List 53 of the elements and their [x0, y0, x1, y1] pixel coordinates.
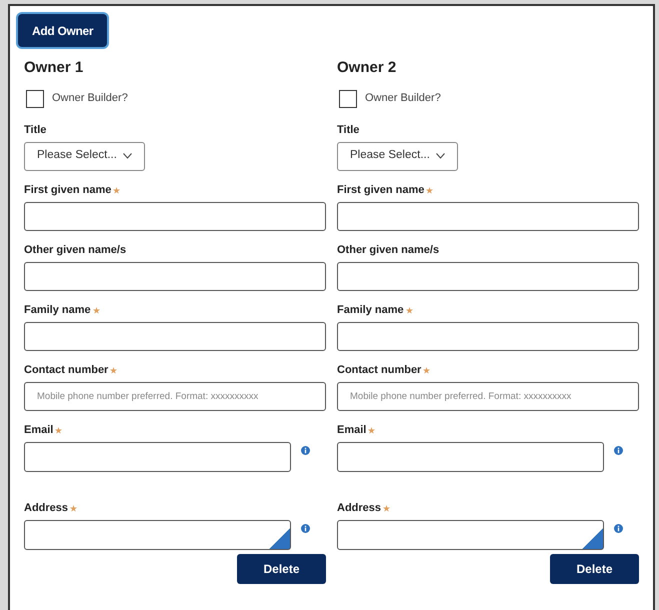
text-field[interactable]: [337, 202, 639, 230]
email-field[interactable]: [24, 442, 291, 472]
text-field[interactable]: [24, 322, 326, 350]
field-label: First given name: [337, 183, 424, 198]
info-icon[interactable]: [301, 524, 310, 532]
field-label: Contact number: [337, 363, 422, 378]
field-label: Title: [337, 123, 360, 138]
info-icon[interactable]: [301, 446, 310, 454]
required-icon: [55, 427, 62, 434]
required-icon: [383, 505, 390, 512]
owner-builder-checkbox[interactable]: [339, 90, 357, 108]
title-dropdown[interactable]: Please Select...: [24, 142, 145, 170]
address-field[interactable]: [24, 520, 291, 550]
field-label: Email: [24, 423, 54, 438]
delete-button[interactable]: Delete: [237, 554, 326, 584]
text-field[interactable]: [24, 262, 326, 290]
text-field[interactable]: [337, 322, 639, 350]
owner-builder-checkbox[interactable]: [26, 90, 44, 108]
info-icon[interactable]: [614, 446, 623, 454]
field-label: Address: [24, 501, 68, 516]
required-icon: [406, 307, 413, 314]
chevron-down-icon: [436, 153, 445, 159]
required-icon: [423, 367, 430, 374]
field-label: Address: [337, 501, 382, 516]
info-icon[interactable]: [614, 524, 623, 532]
checkbox-label: Owner Builder?: [365, 91, 441, 106]
title-dropdown[interactable]: Please Select...: [337, 142, 458, 170]
owner-heading: Owner 2: [337, 58, 398, 78]
text-field[interactable]: Mobile phone number preferred. Format: xxxxxxxxxx: [337, 382, 639, 410]
text-field[interactable]: [337, 262, 639, 290]
field-label: Other given name/s: [24, 243, 126, 258]
required-icon: [426, 187, 434, 194]
chevron-down-icon: [122, 153, 132, 159]
owner-heading: Owner 1: [24, 58, 84, 78]
address-field[interactable]: [337, 520, 604, 550]
required-icon: [113, 187, 120, 194]
field-label: Family name: [337, 303, 404, 318]
field-label: Title: [24, 123, 46, 138]
delete-button[interactable]: Delete: [550, 554, 639, 584]
add-owner-button[interactable]: Add Owner: [18, 14, 108, 47]
field-label: First given name: [24, 183, 112, 198]
checkbox-label: Owner Builder?: [52, 91, 128, 106]
field-label: Email: [337, 423, 366, 438]
text-field[interactable]: Mobile phone number preferred. Format: xxxxxxxxxx: [24, 382, 326, 410]
field-label: Family name: [24, 303, 91, 318]
required-icon: [110, 367, 118, 374]
required-icon: [92, 307, 100, 314]
field-label: Contact number: [24, 363, 108, 378]
text-field[interactable]: [24, 202, 326, 230]
field-label: Other given name/s: [337, 243, 440, 258]
required-icon: [368, 427, 376, 434]
email-field[interactable]: [337, 442, 604, 472]
required-icon: [70, 505, 78, 512]
